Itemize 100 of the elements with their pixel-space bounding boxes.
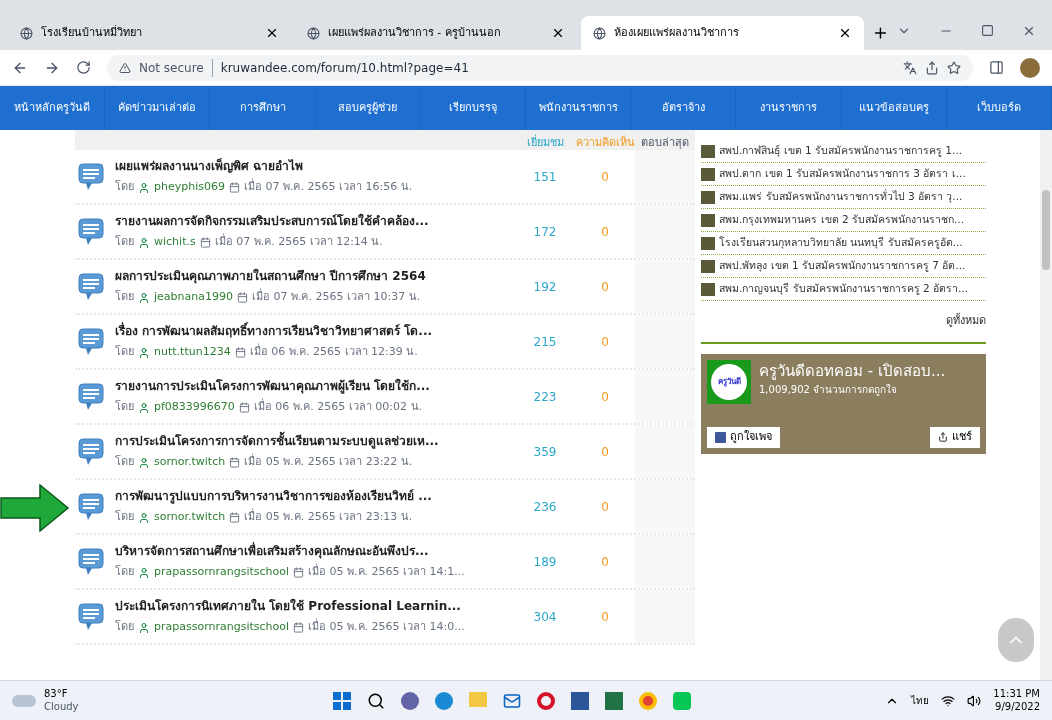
temperature: 83°F: [44, 688, 69, 701]
scrollbar[interactable]: [1040, 130, 1052, 680]
sidebar-link[interactable]: สพป.พัทลุง เขต 1 รับสมัครพนักงานราชการครู 7 อัต...: [719, 258, 966, 274]
topic-title[interactable]: ผลการประเมินคุณภาพภายในสถานศึกษา ปีการศึกษา 2564: [115, 267, 515, 286]
wifi-icon[interactable]: [941, 693, 956, 708]
speech-bubble-icon: [78, 492, 104, 521]
sidebar-link[interactable]: สพม.กรุงเทพมหานคร เขต 2 รับสมัครพนักงานราชก...: [719, 212, 965, 228]
speech-bubble-icon: [78, 547, 104, 576]
topic-title[interactable]: เรื่อง การพัฒนาผลสัมฤทธิ์ทางการเรียนวิชาวิทยาศาสตร์ โด...: [115, 322, 515, 341]
speech-bubble-icon: [78, 382, 104, 411]
view-count: 172: [532, 223, 558, 241]
sidebar-link[interactable]: สพป.ตาก เขต 1 รับสมัครพนักงานราชการ 3 อัตรา เ...: [719, 166, 966, 182]
author-link[interactable]: pf0833996670: [154, 399, 235, 416]
user-icon: [138, 181, 150, 194]
side-panel-icon[interactable]: [989, 60, 1004, 75]
topic-title[interactable]: เผยแพร่ผลงานนางเพ็ญพิศ ฉายอำไพ: [115, 157, 515, 176]
author-link[interactable]: wichit.s: [154, 234, 196, 251]
speech-bubble-icon: [78, 437, 104, 466]
share-button[interactable]: แชร์: [930, 427, 980, 448]
post-date: เมื่อ 07 พ.ค. 2565 เวลา 10:37 น.: [251, 289, 421, 306]
author-link[interactable]: sornor.twitch: [154, 454, 226, 471]
pointer-arrow-icon: [0, 482, 70, 533]
post-date: เมื่อ 06 พ.ค. 2565 เวลา 00:02 น.: [253, 399, 422, 416]
sidebar-link[interactable]: สพม.แพร่ รับสมัครพนักงานราชการทั่วไป 3 อัตรา วุ...: [719, 189, 963, 205]
post-date: เมื่อ 05 พ.ค. 2565 เวลา 23:22 น.: [244, 454, 413, 471]
address-field[interactable]: Not secure kruwandee.com/forum/10.html?page=41: [107, 54, 973, 81]
author-link[interactable]: jeabnana1990: [154, 289, 233, 306]
view-all-link[interactable]: ดูทั้งหมด: [946, 313, 986, 330]
like-count: 1,009,902 จำนวนการกดถูกใจ: [759, 383, 899, 397]
author-link[interactable]: prapassornrangsitschool: [154, 564, 290, 581]
topic-title[interactable]: การประเมินโครงการการจัดการชั้นเรียนตามระบบดูแลช่วยเห...: [115, 432, 515, 451]
sidebar-link[interactable]: โรงเรียนสวนกุหลาบวิทยาลัย นนทบุรี รับสมัครครูอัต...: [719, 235, 963, 251]
comment-count: 0: [600, 223, 610, 241]
comment-count: 0: [600, 498, 610, 516]
last-reply-cell: [635, 480, 695, 533]
comment-count: 0: [600, 608, 610, 626]
topic-title[interactable]: รายงานการประเมินโครงการพัฒนาคุณภาพผู้เรียน โดยใช้ก...: [115, 377, 515, 396]
clock-time[interactable]: 11:31 PM: [993, 688, 1040, 701]
sidebar-link[interactable]: สพป.กาฬสินธุ์ เขต 1 รับสมัครพนักงานราชการครู 1...: [719, 143, 963, 159]
view-count: 189: [532, 553, 558, 571]
calendar-icon: [234, 347, 246, 358]
start-icon[interactable]: [332, 691, 351, 710]
comment-count: 0: [600, 443, 610, 461]
calendar-icon: [228, 182, 240, 193]
clock-date[interactable]: 9/9/2022: [995, 700, 1040, 713]
by-label: โดย: [115, 289, 134, 306]
view-count: 359: [532, 443, 558, 461]
tab-title: เผยแพร่ผลงานวิชาการ - ครูบ้านนอก: [327, 24, 502, 41]
calendar-icon: [236, 292, 248, 303]
post-date: เมื่อ 05 พ.ค. 2565 เวลา 23:13 น.: [244, 509, 413, 526]
search-icon[interactable]: [366, 691, 385, 710]
volume-icon[interactable]: [967, 693, 982, 708]
post-date: เมื่อ 05 พ.ค. 2565 เวลา 14:0...: [308, 619, 465, 636]
author-link[interactable]: nutt.ttun1234: [154, 344, 231, 361]
topic-title[interactable]: ประเมินโครงการนิเทศภายใน โดยใช้ Professional Learnin...: [115, 597, 515, 616]
thumbnail-icon: [701, 190, 715, 204]
new-tab-icon[interactable]: [872, 24, 889, 42]
translate-icon[interactable]: [903, 60, 917, 75]
topic-title[interactable]: บริหารจัดการสถานศึกษาเพื่อเสริมสร้างคุณลักษณะอันพึงปร...: [115, 542, 515, 561]
share-icon[interactable]: [925, 60, 939, 75]
reload-icon[interactable]: [76, 60, 91, 75]
post-date: เมื่อ 07 พ.ค. 2565 เวลา 12:14 น.: [214, 234, 383, 251]
site-icon: [593, 26, 607, 40]
thumbnail-icon: [701, 213, 715, 227]
maximize-icon[interactable]: [981, 24, 994, 37]
site-icon: [306, 26, 320, 40]
bookmark-star-icon[interactable]: [947, 60, 961, 75]
column-header: ความคิดเห็น: [575, 137, 635, 150]
by-label: โดย: [115, 454, 134, 471]
column-header: ตอบล่าสุด: [640, 137, 690, 150]
browser-tab[interactable]: ห้องเผยแพร่ผลงานวิชาการ: [581, 16, 865, 50]
page-name[interactable]: ครูวันดีดอทคอม - เปิดสอบ...: [759, 359, 946, 382]
user-icon: [138, 346, 150, 359]
language-indicator[interactable]: ไทย: [911, 693, 930, 708]
view-count: 236: [532, 498, 558, 516]
post-date: เมื่อ 06 พ.ค. 2565 เวลา 12:39 น.: [249, 344, 418, 361]
author-link[interactable]: sornor.twitch: [154, 509, 226, 526]
ring-app-icon[interactable]: [536, 691, 555, 710]
topic-title[interactable]: รายงานผลการจัดกิจกรรมเสริมประสบการณ์โดยใช้คำคล้อง...: [115, 212, 515, 231]
like-page-button[interactable]: ถูกใจเพจ: [707, 427, 780, 448]
topic-title[interactable]: การพัฒนารูปแบบการบริหารงานวิชาการของห้องเรียนวิทย์ ...: [115, 487, 515, 506]
user-icon: [138, 566, 150, 579]
speech-bubble-icon: [78, 327, 104, 356]
by-label: โดย: [115, 234, 134, 251]
sidebar-link[interactable]: สพม.กาญจนบุรี รับสมัครพนักงานราชการครู 2 อัตรา...: [719, 281, 969, 297]
mail-icon[interactable]: [502, 691, 521, 710]
post-date: เมื่อ 07 พ.ค. 2565 เวลา 16:56 น.: [243, 179, 413, 196]
calendar-icon: [199, 237, 211, 248]
view-count: 151: [532, 168, 558, 186]
speech-bubble-icon: [78, 272, 104, 301]
logo-text: ครูวันดี: [711, 363, 747, 400]
last-reply-cell: [635, 535, 695, 588]
calendar-icon: [293, 622, 305, 633]
by-label: โดย: [115, 344, 134, 361]
profile-avatar[interactable]: [1020, 57, 1040, 78]
speech-bubble-icon: [78, 217, 104, 246]
author-link[interactable]: prapassornrangsitschool: [154, 619, 290, 636]
author-link[interactable]: pheyphis069: [154, 179, 225, 196]
user-icon: [138, 456, 150, 469]
comment-count: 0: [600, 168, 610, 186]
